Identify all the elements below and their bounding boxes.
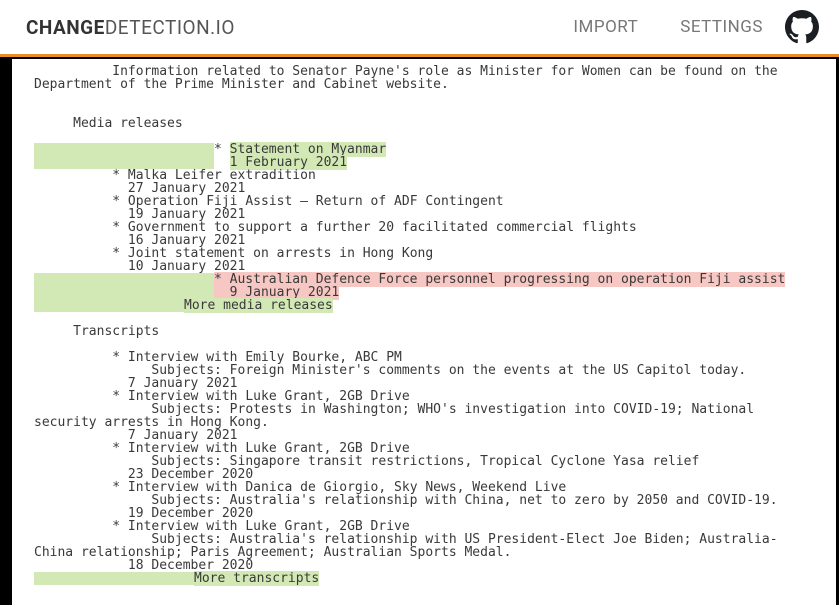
header-bar: CHANGEDETECTION.IO IMPORT SETTINGS: [0, 0, 839, 57]
github-icon[interactable]: [785, 10, 819, 44]
app-logo[interactable]: CHANGEDETECTION.IO: [26, 16, 235, 39]
nav-import[interactable]: IMPORT: [573, 17, 638, 37]
diff-content: Information related to Senator Payne's r…: [12, 59, 836, 597]
logo-rest: DETECTION.IO: [105, 16, 235, 39]
logo-bold: CHANGE: [26, 16, 105, 39]
content-viewport: Information related to Senator Payne's r…: [0, 57, 839, 605]
nav-settings[interactable]: SETTINGS: [680, 17, 763, 37]
